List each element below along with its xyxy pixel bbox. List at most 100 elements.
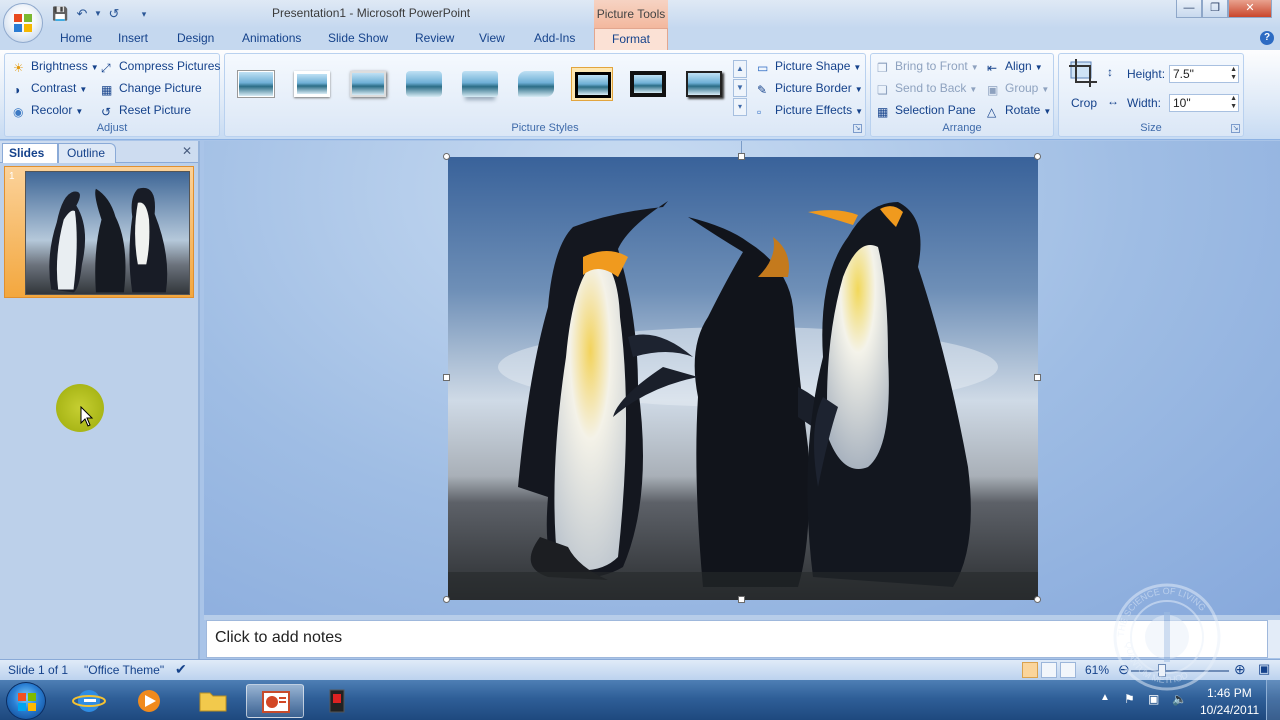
- slide-sorter-view-button[interactable]: [1041, 662, 1057, 678]
- theme-name[interactable]: "Office Theme": [84, 663, 164, 677]
- volume-icon[interactable]: 🔈: [1172, 692, 1187, 706]
- resize-handle-sw[interactable]: [443, 596, 450, 603]
- notes-scrollbar[interactable]: [1268, 620, 1280, 658]
- compress-pictures-button[interactable]: ⤢ Compress Pictures: [101, 57, 220, 75]
- penguins-picture[interactable]: [448, 157, 1038, 600]
- adjust-group: ☀ Brightness ▼ ◑ Contrast ▼ ◉ Recolor ▼ ⤢ Compr…: [4, 53, 220, 137]
- close-button[interactable]: ✕: [1228, 0, 1272, 18]
- maximize-button[interactable]: ❐: [1202, 0, 1228, 18]
- action-center-icon[interactable]: ⚑: [1124, 692, 1138, 706]
- show-hidden-icons-icon[interactable]: ▲: [1100, 692, 1114, 706]
- powerpoint-icon: [262, 691, 290, 713]
- change-picture-icon: ▦: [101, 83, 113, 97]
- show-desktop-button[interactable]: [1266, 680, 1280, 720]
- gallery-scroll-up[interactable]: ▲: [733, 60, 747, 78]
- normal-view-button[interactable]: [1022, 662, 1038, 678]
- bring-to-front-button[interactable]: ❐ Bring to Front ▼: [877, 57, 979, 75]
- width-icon: ↔: [1107, 94, 1119, 108]
- selection-pane-button[interactable]: ▦ Selection Pane: [877, 101, 976, 119]
- undo-dropdown-icon[interactable]: ▼: [90, 5, 106, 23]
- change-picture-button[interactable]: ▦ Change Picture: [101, 79, 202, 97]
- align-button[interactable]: ⇤ Align ▼: [987, 57, 1043, 75]
- slide-show-view-button[interactable]: [1060, 662, 1076, 678]
- crop-button[interactable]: Crop: [1065, 58, 1101, 110]
- contrast-button[interactable]: ◑ Contrast ▼: [13, 79, 87, 97]
- resize-handle-se[interactable]: [1034, 596, 1041, 603]
- picture-shape-button[interactable]: ▭ Picture Shape ▼: [757, 57, 861, 75]
- taskbar-media-player[interactable]: [120, 684, 178, 718]
- height-field[interactable]: 7.5" ▲ ▼: [1169, 65, 1239, 83]
- resize-handle-e[interactable]: [1034, 374, 1041, 381]
- resize-handle-w[interactable]: [443, 374, 450, 381]
- send-to-back-button[interactable]: ❏ Send to Back ▼: [877, 79, 977, 97]
- undo-icon[interactable]: ↶: [74, 5, 90, 23]
- slide-thumbnail[interactable]: [25, 171, 190, 295]
- picture-style-thumb[interactable]: [235, 67, 277, 101]
- picture-style-thumb[interactable]: [627, 67, 669, 101]
- tab-format[interactable]: Format: [594, 28, 668, 50]
- network-icon[interactable]: ▣: [1148, 692, 1162, 706]
- save-icon[interactable]: 💾: [52, 5, 68, 23]
- help-icon[interactable]: ?: [1260, 31, 1274, 45]
- resize-handle-nw[interactable]: [443, 153, 450, 160]
- redo-icon[interactable]: ↺: [106, 5, 122, 23]
- recolor-icon: ◉: [13, 105, 24, 119]
- tab-insert[interactable]: Insert: [118, 31, 148, 45]
- picture-styles-launcher-icon[interactable]: ↘: [853, 124, 862, 133]
- taskbar-explorer[interactable]: [184, 684, 242, 718]
- taskbar-powerpoint[interactable]: [246, 684, 304, 718]
- tab-animations[interactable]: Animations: [242, 31, 301, 45]
- spelling-check-icon[interactable]: ✔: [175, 661, 187, 678]
- picture-style-thumb[interactable]: [459, 67, 501, 101]
- picture-style-thumb[interactable]: [403, 67, 445, 101]
- windows-logo-icon: [18, 693, 36, 711]
- picture-style-thumb-selected[interactable]: [571, 67, 613, 101]
- tab-outline[interactable]: Outline: [58, 143, 116, 163]
- tab-slides[interactable]: Slides: [2, 143, 58, 163]
- brightness-button[interactable]: ☀ Brightness ▼: [13, 57, 99, 75]
- size-launcher-icon[interactable]: ↘: [1231, 124, 1240, 133]
- resize-handle-n[interactable]: [738, 153, 745, 160]
- close-pane-icon[interactable]: ✕: [182, 144, 192, 158]
- picture-border-button[interactable]: ✎ Picture Border ▼: [757, 79, 863, 97]
- notes-pane[interactable]: Click to add notes: [206, 620, 1268, 658]
- taskbar-recorder[interactable]: [308, 684, 366, 718]
- gallery-more-button[interactable]: ▾: [733, 98, 747, 116]
- reset-picture-button[interactable]: ↺ Reset Picture: [101, 101, 191, 119]
- contrast-icon: ◑: [13, 83, 21, 97]
- tab-add-ins[interactable]: Add-Ins: [534, 31, 575, 45]
- rotate-button[interactable]: △ Rotate ▼: [987, 101, 1051, 119]
- width-field[interactable]: 10" ▲ ▼: [1169, 94, 1239, 112]
- compress-icon: ⤢: [101, 61, 111, 75]
- picture-style-thumb[interactable]: [515, 67, 557, 101]
- fit-to-window-icon[interactable]: ▣: [1258, 661, 1270, 677]
- tab-home[interactable]: Home: [60, 31, 92, 45]
- resize-handle-s[interactable]: [738, 596, 745, 603]
- tab-review[interactable]: Review: [415, 31, 454, 45]
- tab-design[interactable]: Design: [177, 31, 214, 45]
- minimize-button[interactable]: —: [1176, 0, 1202, 18]
- tab-view[interactable]: View: [479, 31, 505, 45]
- gallery-scroll-down[interactable]: ▼: [733, 79, 747, 97]
- clock-date[interactable]: 10/24/2011: [1200, 703, 1259, 717]
- height-spinner-icon[interactable]: ▲ ▼: [1230, 66, 1237, 82]
- group-button[interactable]: ▣ Group ▼: [987, 79, 1049, 97]
- width-label: Width:: [1127, 96, 1162, 110]
- start-button[interactable]: [6, 682, 46, 720]
- slide-thumbnail-item[interactable]: 1: [4, 166, 194, 298]
- picture-style-thumb[interactable]: [291, 67, 333, 101]
- taskbar-internet-explorer[interactable]: [60, 684, 118, 718]
- align-icon: ⇤: [987, 61, 998, 75]
- tab-slide-show[interactable]: Slide Show: [328, 31, 388, 45]
- width-spinner-icon[interactable]: ▲ ▼: [1230, 95, 1237, 111]
- recolor-button[interactable]: ◉ Recolor ▼: [13, 101, 83, 119]
- picture-effects-button[interactable]: ▫ Picture Effects ▼: [757, 101, 863, 119]
- zoom-in-icon[interactable]: ⊕: [1234, 661, 1246, 678]
- office-button[interactable]: [3, 3, 43, 43]
- picture-style-thumb[interactable]: [347, 67, 389, 101]
- reset-picture-icon: ↺: [101, 105, 112, 119]
- resize-handle-ne[interactable]: [1034, 153, 1041, 160]
- zoom-level[interactable]: 61%: [1085, 663, 1109, 677]
- customize-qat-icon[interactable]: ▾: [136, 5, 152, 23]
- picture-style-thumb[interactable]: [683, 67, 725, 101]
